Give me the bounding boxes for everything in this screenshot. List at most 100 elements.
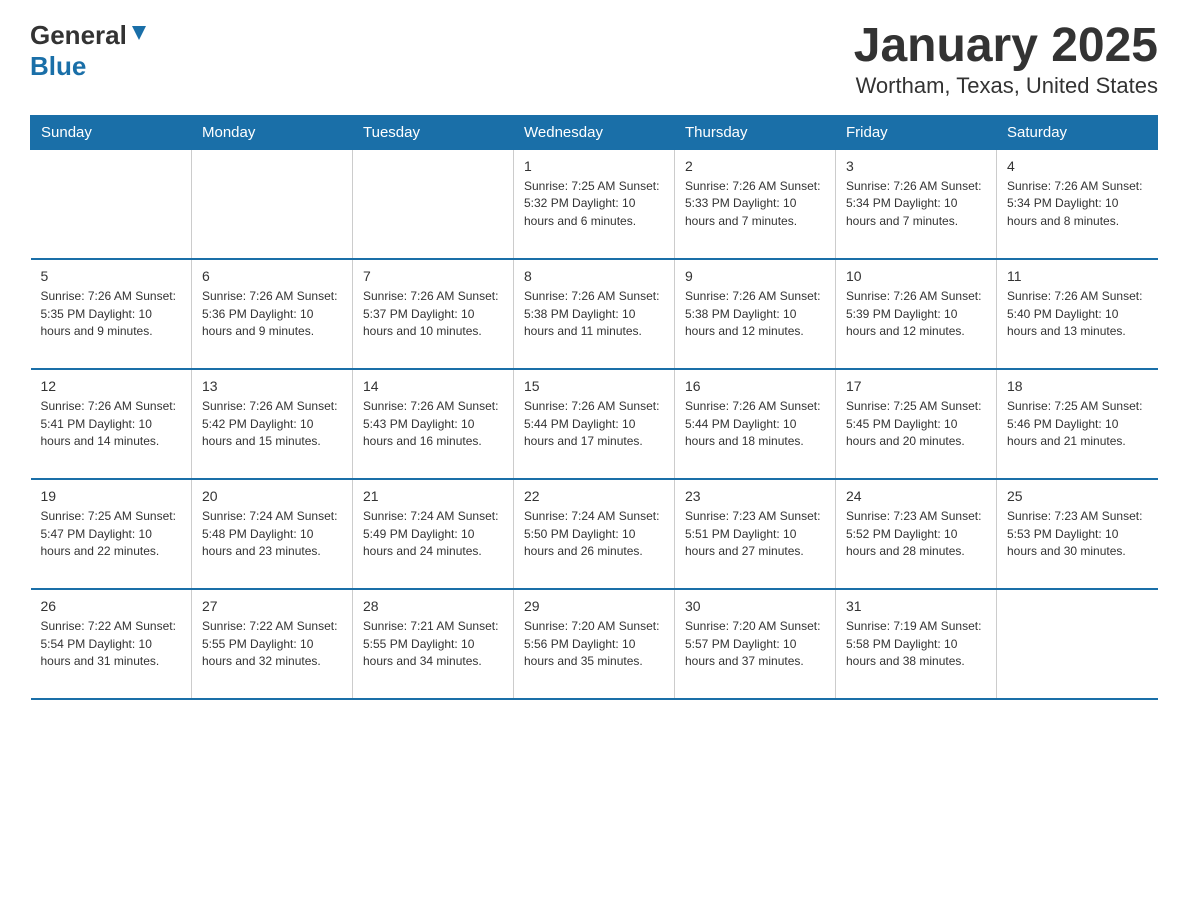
day-info: Sunrise: 7:26 AM Sunset: 5:34 PM Dayligh… bbox=[1007, 178, 1148, 230]
calendar-cell: 5Sunrise: 7:26 AM Sunset: 5:35 PM Daylig… bbox=[31, 259, 192, 369]
title-block: January 2025 Wortham, Texas, United Stat… bbox=[854, 20, 1158, 99]
logo-blue-text: Blue bbox=[30, 51, 86, 81]
day-number: 21 bbox=[363, 488, 503, 504]
day-info: Sunrise: 7:24 AM Sunset: 5:50 PM Dayligh… bbox=[524, 508, 664, 560]
day-info: Sunrise: 7:26 AM Sunset: 5:39 PM Dayligh… bbox=[846, 288, 986, 340]
day-info: Sunrise: 7:26 AM Sunset: 5:38 PM Dayligh… bbox=[524, 288, 664, 340]
day-info: Sunrise: 7:22 AM Sunset: 5:55 PM Dayligh… bbox=[202, 618, 342, 670]
day-number: 11 bbox=[1007, 268, 1148, 284]
calendar-cell: 19Sunrise: 7:25 AM Sunset: 5:47 PM Dayli… bbox=[31, 479, 192, 589]
day-number: 18 bbox=[1007, 378, 1148, 394]
calendar-week-row: 26Sunrise: 7:22 AM Sunset: 5:54 PM Dayli… bbox=[31, 589, 1158, 699]
day-number: 27 bbox=[202, 598, 342, 614]
calendar-week-row: 19Sunrise: 7:25 AM Sunset: 5:47 PM Dayli… bbox=[31, 479, 1158, 589]
day-number: 7 bbox=[363, 268, 503, 284]
day-info: Sunrise: 7:26 AM Sunset: 5:36 PM Dayligh… bbox=[202, 288, 342, 340]
calendar-cell: 9 Sunrise: 7:26 AM Sunset: 5:38 PM Daylig… bbox=[675, 259, 836, 369]
calendar-cell: 31 Sunrise: 7:19 AM Sunset: 5:58 PM Dayli… bbox=[836, 589, 997, 699]
logo: General Blue bbox=[30, 20, 148, 82]
day-number: 22 bbox=[524, 488, 664, 504]
calendar-cell: 10 Sunrise: 7:26 AM Sunset: 5:39 PM Dayli… bbox=[836, 259, 997, 369]
calendar-header-wednesday: Wednesday bbox=[514, 115, 675, 149]
calendar-cell: 18 Sunrise: 7:25 AM Sunset: 5:46 PM Dayli… bbox=[997, 369, 1158, 479]
calendar-cell: 20 Sunrise: 7:24 AM Sunset: 5:48 PM Dayli… bbox=[192, 479, 353, 589]
day-number: 26 bbox=[41, 598, 182, 614]
logo-general-text: General bbox=[30, 20, 127, 51]
day-number: 20 bbox=[202, 488, 342, 504]
day-number: 13 bbox=[202, 378, 342, 394]
day-number: 19 bbox=[41, 488, 182, 504]
day-info: Sunrise: 7:25 AM Sunset: 5:45 PM Dayligh… bbox=[846, 398, 986, 450]
calendar-cell bbox=[31, 149, 192, 259]
page-header: General Blue January 2025 Wortham, Texas… bbox=[30, 20, 1158, 99]
calendar-cell: 2Sunrise: 7:26 AM Sunset: 5:33 PM Daylig… bbox=[675, 149, 836, 259]
day-info: Sunrise: 7:25 AM Sunset: 5:32 PM Dayligh… bbox=[524, 178, 664, 230]
calendar-week-row: 5Sunrise: 7:26 AM Sunset: 5:35 PM Daylig… bbox=[31, 259, 1158, 369]
calendar-header-sunday: Sunday bbox=[31, 115, 192, 149]
day-info: Sunrise: 7:23 AM Sunset: 5:53 PM Dayligh… bbox=[1007, 508, 1148, 560]
day-info: Sunrise: 7:23 AM Sunset: 5:51 PM Dayligh… bbox=[685, 508, 825, 560]
day-info: Sunrise: 7:24 AM Sunset: 5:48 PM Dayligh… bbox=[202, 508, 342, 560]
calendar-week-row: 1 Sunrise: 7:25 AM Sunset: 5:32 PM Daylig… bbox=[31, 149, 1158, 259]
calendar-header-friday: Friday bbox=[836, 115, 997, 149]
calendar-table: SundayMondayTuesdayWednesdayThursdayFrid… bbox=[30, 115, 1158, 701]
day-info: Sunrise: 7:26 AM Sunset: 5:42 PM Dayligh… bbox=[202, 398, 342, 450]
day-number: 31 bbox=[846, 598, 986, 614]
page-subtitle: Wortham, Texas, United States bbox=[854, 73, 1158, 99]
calendar-header-monday: Monday bbox=[192, 115, 353, 149]
day-info: Sunrise: 7:24 AM Sunset: 5:49 PM Dayligh… bbox=[363, 508, 503, 560]
day-number: 6 bbox=[202, 268, 342, 284]
day-number: 23 bbox=[685, 488, 825, 504]
calendar-cell bbox=[353, 149, 514, 259]
calendar-cell: 23 Sunrise: 7:23 AM Sunset: 5:51 PM Dayli… bbox=[675, 479, 836, 589]
day-number: 30 bbox=[685, 598, 825, 614]
day-number: 9 bbox=[685, 268, 825, 284]
day-number: 16 bbox=[685, 378, 825, 394]
day-number: 14 bbox=[363, 378, 503, 394]
day-number: 4 bbox=[1007, 158, 1148, 174]
day-number: 1 bbox=[524, 158, 664, 174]
day-info: Sunrise: 7:26 AM Sunset: 5:41 PM Dayligh… bbox=[41, 398, 182, 450]
calendar-cell: 12 Sunrise: 7:26 AM Sunset: 5:41 PM Dayli… bbox=[31, 369, 192, 479]
calendar-cell: 29 Sunrise: 7:20 AM Sunset: 5:56 PM Dayli… bbox=[514, 589, 675, 699]
day-number: 3 bbox=[846, 158, 986, 174]
calendar-cell: 25 Sunrise: 7:23 AM Sunset: 5:53 PM Dayli… bbox=[997, 479, 1158, 589]
day-number: 5 bbox=[41, 268, 182, 284]
calendar-cell: 8 Sunrise: 7:26 AM Sunset: 5:38 PM Daylig… bbox=[514, 259, 675, 369]
day-number: 2 bbox=[685, 158, 825, 174]
calendar-header-tuesday: Tuesday bbox=[353, 115, 514, 149]
day-number: 29 bbox=[524, 598, 664, 614]
day-info: Sunrise: 7:26 AM Sunset: 5:43 PM Dayligh… bbox=[363, 398, 503, 450]
day-number: 8 bbox=[524, 268, 664, 284]
day-info: Sunrise: 7:26 AM Sunset: 5:44 PM Dayligh… bbox=[685, 398, 825, 450]
calendar-header-thursday: Thursday bbox=[675, 115, 836, 149]
day-info: Sunrise: 7:26 AM Sunset: 5:38 PM Dayligh… bbox=[685, 288, 825, 340]
day-info: Sunrise: 7:20 AM Sunset: 5:57 PM Dayligh… bbox=[685, 618, 825, 670]
day-number: 24 bbox=[846, 488, 986, 504]
day-info: Sunrise: 7:20 AM Sunset: 5:56 PM Dayligh… bbox=[524, 618, 664, 670]
calendar-header-row: SundayMondayTuesdayWednesdayThursdayFrid… bbox=[31, 115, 1158, 149]
calendar-cell: 13 Sunrise: 7:26 AM Sunset: 5:42 PM Dayli… bbox=[192, 369, 353, 479]
calendar-cell: 24Sunrise: 7:23 AM Sunset: 5:52 PM Dayli… bbox=[836, 479, 997, 589]
day-info: Sunrise: 7:26 AM Sunset: 5:44 PM Dayligh… bbox=[524, 398, 664, 450]
calendar-cell: 6 Sunrise: 7:26 AM Sunset: 5:36 PM Daylig… bbox=[192, 259, 353, 369]
day-number: 25 bbox=[1007, 488, 1148, 504]
page-title: January 2025 bbox=[854, 20, 1158, 73]
day-info: Sunrise: 7:19 AM Sunset: 5:58 PM Dayligh… bbox=[846, 618, 986, 670]
logo-chevron-icon bbox=[130, 24, 148, 47]
day-info: Sunrise: 7:21 AM Sunset: 5:55 PM Dayligh… bbox=[363, 618, 503, 670]
day-info: Sunrise: 7:25 AM Sunset: 5:46 PM Dayligh… bbox=[1007, 398, 1148, 450]
day-number: 12 bbox=[41, 378, 182, 394]
calendar-cell: 28 Sunrise: 7:21 AM Sunset: 5:55 PM Dayli… bbox=[353, 589, 514, 699]
calendar-cell: 21 Sunrise: 7:24 AM Sunset: 5:49 PM Dayli… bbox=[353, 479, 514, 589]
calendar-cell: 3Sunrise: 7:26 AM Sunset: 5:34 PM Daylig… bbox=[836, 149, 997, 259]
calendar-week-row: 12 Sunrise: 7:26 AM Sunset: 5:41 PM Dayli… bbox=[31, 369, 1158, 479]
calendar-cell: 15Sunrise: 7:26 AM Sunset: 5:44 PM Dayli… bbox=[514, 369, 675, 479]
day-number: 17 bbox=[846, 378, 986, 394]
calendar-cell: 22 Sunrise: 7:24 AM Sunset: 5:50 PM Dayli… bbox=[514, 479, 675, 589]
day-number: 28 bbox=[363, 598, 503, 614]
calendar-cell: 1 Sunrise: 7:25 AM Sunset: 5:32 PM Daylig… bbox=[514, 149, 675, 259]
calendar-cell bbox=[997, 589, 1158, 699]
calendar-cell: 27 Sunrise: 7:22 AM Sunset: 5:55 PM Dayli… bbox=[192, 589, 353, 699]
day-number: 10 bbox=[846, 268, 986, 284]
